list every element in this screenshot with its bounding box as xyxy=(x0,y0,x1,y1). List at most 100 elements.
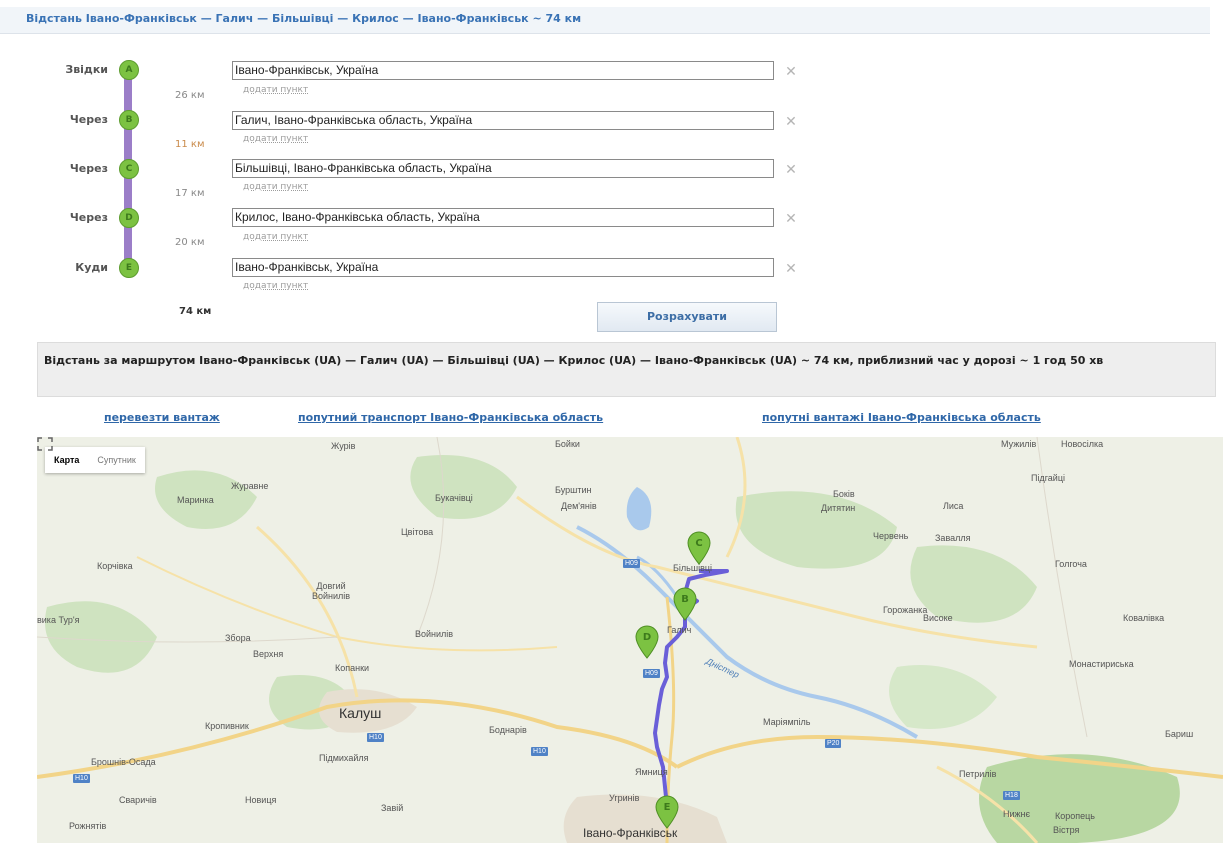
map-place-label: Брошнів-Осада xyxy=(91,757,156,767)
marker-b: B xyxy=(119,110,139,130)
marker-a: A xyxy=(119,60,139,80)
clear-via-2-icon[interactable]: ✕ xyxy=(784,162,798,176)
map-place-label: Коропець xyxy=(1055,811,1095,821)
map-place-label: Копанки xyxy=(335,663,370,673)
clear-via-1-icon[interactable]: ✕ xyxy=(784,114,798,128)
via-input-3[interactable] xyxy=(232,208,774,227)
from-input[interactable] xyxy=(232,61,774,80)
road-badge: H09 xyxy=(643,669,660,678)
ship-cargo-link[interactable]: перевезти вантаж xyxy=(104,411,220,424)
row-label-via: Через xyxy=(69,113,108,126)
map-place-label: Червень xyxy=(873,531,909,541)
map-pin-c[interactable]: C xyxy=(686,531,712,565)
road-badge: H09 xyxy=(623,559,640,568)
map-place-label: вика Тур'я xyxy=(37,615,80,625)
row-label-via: Через xyxy=(69,162,108,175)
clear-to-icon[interactable]: ✕ xyxy=(784,261,798,275)
add-point-link[interactable]: додати пункт xyxy=(243,134,308,144)
map-place-label: Високе xyxy=(923,613,953,623)
segment-distance: 26 км xyxy=(175,90,205,101)
map-place-label: Нижнє xyxy=(1003,809,1031,819)
map-place-label: Кропивник xyxy=(205,721,249,731)
map-place-label: Рожнятів xyxy=(69,821,107,831)
map-place-label: Збора xyxy=(225,633,251,643)
road-badge: H10 xyxy=(531,747,548,756)
map-background xyxy=(37,437,1223,843)
result-box: Відстань за маршрутом Івано-Франківськ (… xyxy=(37,342,1216,397)
map-pin-d[interactable]: D xyxy=(634,625,660,659)
map-place-label: Підгайці xyxy=(1031,473,1065,483)
marker-d: D xyxy=(119,208,139,228)
map-place-label: Войнилів xyxy=(415,629,454,639)
map-place-label: Бурштин xyxy=(555,485,592,495)
map-place-label: Новиця xyxy=(245,795,277,805)
segment-distance: 11 км xyxy=(175,139,205,150)
map-place-label: Букачівці xyxy=(435,493,473,503)
map-place-label: Голгоча xyxy=(1055,559,1087,569)
map-place-label: Бойки xyxy=(555,439,580,449)
clear-via-3-icon[interactable]: ✕ xyxy=(784,211,798,225)
marker-e: E xyxy=(119,258,139,278)
map-place-label: Завій xyxy=(381,803,404,813)
map-place-label: Боднарів xyxy=(489,725,527,735)
clear-from-icon[interactable]: ✕ xyxy=(784,64,798,78)
route-map[interactable]: Карта Супутник Журів Бойки Мужилів Новосі… xyxy=(37,437,1223,843)
map-place-label: Петрилів xyxy=(959,769,997,779)
map-place-label: Завалля xyxy=(935,533,971,543)
map-place-label: Підмихайля xyxy=(319,753,369,763)
total-distance: 74 км xyxy=(179,306,212,317)
map-place-label: Галич xyxy=(667,625,692,635)
map-place-label: Горожанка xyxy=(883,605,928,615)
map-place-label: Бариш xyxy=(1165,729,1194,739)
map-place-label: Цвітова xyxy=(401,527,434,537)
map-place-label: Боків xyxy=(833,489,855,499)
road-badge: H18 xyxy=(1003,791,1020,800)
map-place-label: Дитятин xyxy=(821,503,856,513)
map-place-label: Сваричів xyxy=(119,795,157,805)
map-place-label: Новосілка xyxy=(1061,439,1104,449)
pin-label: E xyxy=(664,802,671,813)
map-pin-e[interactable]: E xyxy=(654,795,680,829)
row-label-via: Через xyxy=(69,211,108,224)
map-place-label: Ковалівка xyxy=(1123,613,1165,623)
map-place-label: Дем'янів xyxy=(561,501,597,511)
row-label-to: Куди xyxy=(75,261,108,274)
add-point-link[interactable]: додати пункт xyxy=(243,85,308,95)
segment-distance: 17 км xyxy=(175,188,205,199)
result-text: Відстань за маршрутом Івано-Франківськ (… xyxy=(44,354,1104,367)
map-place-label: Маринка xyxy=(177,495,214,505)
map-place-label: Мужилів xyxy=(1001,439,1037,449)
pin-label: D xyxy=(643,632,651,643)
transport-link[interactable]: попутний транспорт Івано-Франківська обл… xyxy=(298,411,603,424)
map-place-label: Маріямпіль xyxy=(763,717,811,727)
map-type-satellite[interactable]: Супутник xyxy=(88,447,144,473)
map-place-label: Вістря xyxy=(1053,825,1080,835)
map-type-switcher: Карта Супутник xyxy=(45,447,145,473)
via-input-1[interactable] xyxy=(232,111,774,130)
map-pin-b[interactable]: B xyxy=(672,587,698,621)
pin-label: C xyxy=(695,538,702,549)
to-input[interactable] xyxy=(232,258,774,277)
page-title: Відстань Івано-Франківськ — Галич — Біль… xyxy=(26,12,582,25)
calculate-button[interactable]: Розрахувати xyxy=(597,302,777,332)
map-place-label: Монастириська xyxy=(1069,659,1134,669)
links-row: перевезти вантаж попутний транспорт Іван… xyxy=(0,411,1227,427)
map-place-label: Журів xyxy=(331,441,356,451)
map-place-label: Верхня xyxy=(253,649,284,659)
segment-distance: 20 км xyxy=(175,237,205,248)
marker-c: C xyxy=(119,159,139,179)
via-input-2[interactable] xyxy=(232,159,774,178)
add-point-link[interactable]: додати пункт xyxy=(243,182,308,192)
map-place-label: Довгий Войнилів xyxy=(311,581,351,601)
road-badge: H10 xyxy=(367,733,384,742)
add-point-link[interactable]: додати пункт xyxy=(243,232,308,242)
fullscreen-icon[interactable] xyxy=(37,437,53,451)
map-place-label: Корчівка xyxy=(97,561,133,571)
map-place-label: Лиса xyxy=(943,501,964,511)
road-badge: H10 xyxy=(73,774,90,783)
add-point-link[interactable]: додати пункт xyxy=(243,281,308,291)
header-bar: Відстань Івано-Франківськ — Галич — Біль… xyxy=(0,7,1210,34)
row-label-from: Звідки xyxy=(65,63,108,76)
map-place-label: Журавне xyxy=(231,481,269,491)
cargo-link[interactable]: попутні вантажі Івано-Франківська област… xyxy=(762,411,1041,424)
